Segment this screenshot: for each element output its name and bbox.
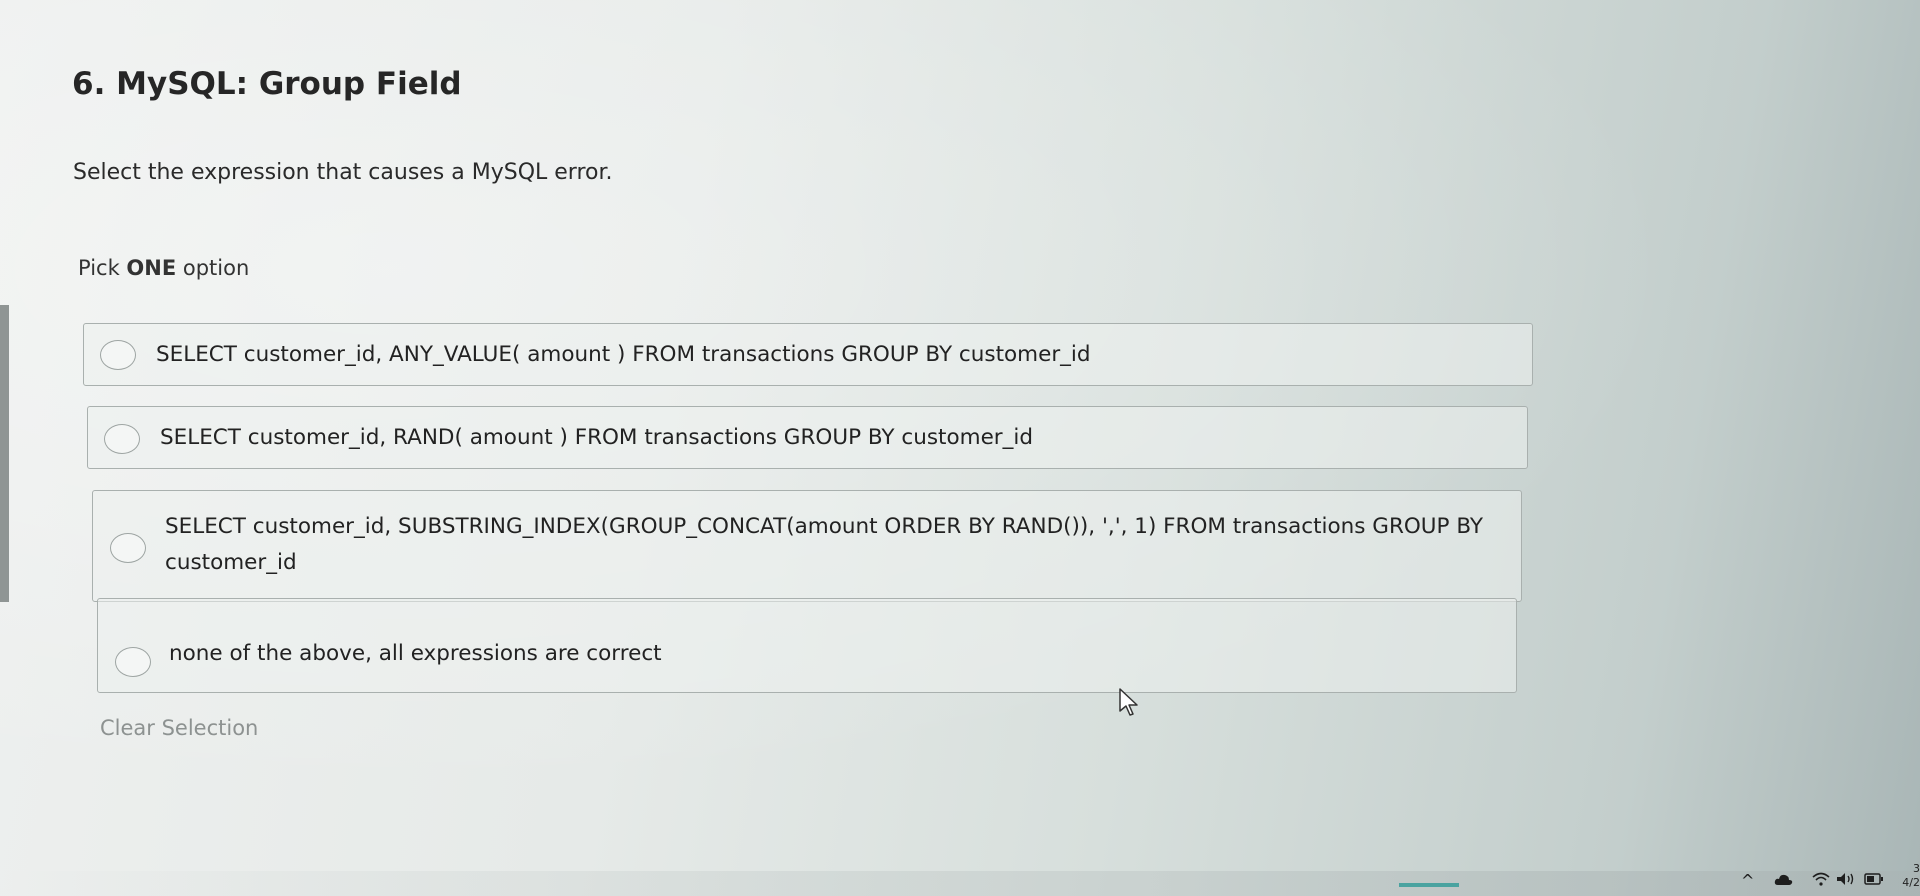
radio-button[interactable] xyxy=(110,533,146,563)
option-label: none of the above, all expressions are c… xyxy=(169,641,662,666)
option-label: SELECT customer_id, ANY_VALUE( amount ) … xyxy=(156,342,1091,367)
option-label: SELECT customer_id, RAND( amount ) FROM … xyxy=(160,425,1034,450)
radio-button[interactable] xyxy=(115,647,151,677)
pick-prefix: Pick xyxy=(78,256,127,280)
cloud-icon[interactable] xyxy=(1774,872,1794,886)
battery-icon[interactable] xyxy=(1864,873,1884,885)
option-substring-index[interactable]: SELECT customer_id, SUBSTRING_INDEX(GROU… xyxy=(92,490,1522,602)
speaker-icon[interactable] xyxy=(1836,872,1856,886)
clock-time: 3 xyxy=(1913,862,1920,875)
left-edge-accent xyxy=(0,305,9,602)
clock-date: 4/2 xyxy=(1902,876,1920,889)
option-label: SELECT customer_id, SUBSTRING_INDEX(GROU… xyxy=(165,514,1484,575)
radio-button[interactable] xyxy=(104,424,140,454)
question-text: Select the expression that causes a MySQ… xyxy=(73,160,613,185)
radio-button[interactable] xyxy=(100,340,136,370)
clear-selection-link[interactable]: Clear Selection xyxy=(100,716,258,740)
mouse-pointer-icon xyxy=(1119,688,1138,716)
option-none-of-the-above[interactable]: none of the above, all expressions are c… xyxy=(97,598,1517,693)
pick-suffix: option xyxy=(176,256,250,280)
option-rand[interactable]: SELECT customer_id, RAND( amount ) FROM … xyxy=(87,406,1528,469)
pick-emphasis: ONE xyxy=(126,256,177,280)
taskbar xyxy=(0,871,1920,896)
wifi-icon[interactable] xyxy=(1812,872,1830,886)
chevron-up-icon[interactable]: ^ xyxy=(1741,871,1754,890)
question-title: 6. MySQL: Group Field xyxy=(72,66,462,102)
taskbar-active-indicator xyxy=(1399,883,1459,887)
pick-one-instruction: Pick ONE option xyxy=(78,256,249,280)
taskbar-clock[interactable]: 3 4/2 xyxy=(1893,862,1920,890)
option-any-value[interactable]: SELECT customer_id, ANY_VALUE( amount ) … xyxy=(83,323,1533,386)
